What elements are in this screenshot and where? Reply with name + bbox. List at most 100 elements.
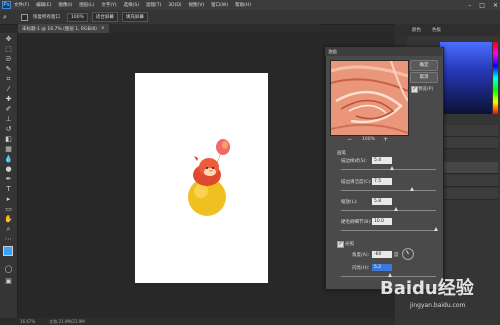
- preview-swirl-image: [331, 61, 408, 135]
- right-panel-tabs: [395, 24, 500, 36]
- restore-windows-label[interactable]: 恢复所有窗口: [30, 13, 63, 21]
- stamp-tool-icon[interactable]: ⊥: [4, 115, 13, 123]
- fit-screen-button[interactable]: 适合屏幕: [91, 12, 118, 22]
- maximize-button[interactable]: □: [479, 2, 485, 9]
- lighting-checkbox[interactable]: ✓: [337, 241, 344, 248]
- photoshop-logo: Ps: [2, 1, 11, 9]
- layer-row[interactable]: [440, 162, 498, 174]
- preview-zoom-level: 100%: [362, 137, 375, 142]
- scale-slider-thumb[interactable]: [394, 207, 399, 211]
- status-doc-info: 文档:21.9M/21.9M: [49, 318, 85, 324]
- stylization-slider-thumb[interactable]: [390, 166, 395, 170]
- layer-row[interactable]: [440, 175, 498, 187]
- quick-mask-icon[interactable]: ◯: [4, 265, 13, 273]
- layer-row[interactable]: [440, 188, 498, 200]
- type-tool-icon[interactable]: T: [4, 185, 13, 193]
- move-tool-icon[interactable]: ✥: [4, 35, 13, 43]
- history-brush-tool-icon[interactable]: ↺: [4, 125, 13, 133]
- bristle-detail-slider-thumb[interactable]: [434, 227, 438, 231]
- scale-input[interactable]: 5.8: [372, 198, 392, 205]
- zoom-tool-icon[interactable]: ⌕: [4, 225, 13, 233]
- cleanliness-slider-track[interactable]: [341, 190, 436, 191]
- tab-swatches[interactable]: 色板: [432, 27, 441, 33]
- eyedropper-tool-icon[interactable]: ⁄: [4, 85, 13, 93]
- screen-mode-icon[interactable]: ▣: [4, 277, 13, 285]
- menu-edit[interactable]: 编辑(E): [36, 2, 51, 8]
- cartoon-bird-illustration: [188, 139, 230, 216]
- bristle-detail-input[interactable]: 10.0: [372, 218, 392, 225]
- bristle-detail-slider-track[interactable]: [341, 230, 436, 231]
- scale-slider-track[interactable]: [341, 210, 436, 211]
- menu-file[interactable]: 文件(F): [14, 2, 29, 8]
- resize-windows-checkbox[interactable]: [21, 13, 28, 21]
- shape-tool-icon[interactable]: ▭: [4, 205, 13, 213]
- menu-type[interactable]: 文字(Y): [101, 2, 116, 8]
- menu-help[interactable]: 帮助(H): [235, 2, 251, 8]
- angle-label: 角度(A):: [352, 253, 370, 258]
- gradient-tool-icon[interactable]: ▦: [4, 145, 13, 153]
- foreground-color-swatch[interactable]: [3, 246, 13, 256]
- shine-input[interactable]: 5.2: [372, 264, 392, 271]
- document-canvas[interactable]: [135, 73, 268, 283]
- crop-tool-icon[interactable]: ⌗: [4, 75, 13, 83]
- panel-row: [440, 125, 498, 137]
- baidu-watermark: Baidu经验 jingyan.baidu.com: [360, 272, 500, 322]
- angle-dial[interactable]: [402, 248, 414, 260]
- cleanliness-label: 描边清洁度(C):: [341, 180, 372, 185]
- zoom-tool-icon[interactable]: ⌕: [3, 13, 15, 21]
- stylization-slider-track[interactable]: [341, 169, 436, 170]
- healing-tool-icon[interactable]: ✚: [4, 95, 13, 103]
- color-field[interactable]: [440, 42, 492, 114]
- dialog-title: 油画: [325, 47, 442, 56]
- zoom-out-icon[interactable]: −: [347, 136, 352, 143]
- lasso-tool-icon[interactable]: ᘐ: [4, 55, 13, 63]
- fill-screen-button[interactable]: 填充屏幕: [121, 12, 148, 22]
- close-button[interactable]: ✕: [493, 2, 498, 9]
- bristle-detail-label: 硬毛刷细节(B):: [341, 220, 372, 225]
- cleanliness-input[interactable]: 7.5: [372, 178, 392, 185]
- menu-3d[interactable]: 3D(D): [168, 3, 181, 8]
- menu-select[interactable]: 选择(S): [124, 2, 139, 8]
- document-tab-close-icon[interactable]: ×: [101, 26, 105, 31]
- zoom-in-icon[interactable]: +: [383, 136, 388, 143]
- panel-row: [440, 137, 498, 149]
- document-tab[interactable]: 未标题-1 @ 16.7% (图层 1, RGB/8) ×: [18, 24, 109, 33]
- blur-tool-icon[interactable]: 💧: [4, 155, 13, 163]
- dodge-tool-icon[interactable]: ●: [4, 165, 13, 173]
- menu-view[interactable]: 视图(V): [189, 2, 205, 8]
- options-bar: ⌕ 恢复所有窗口 100% 适合屏幕 填充屏幕: [0, 10, 500, 25]
- document-tab-title: 未标题-1 @ 16.7% (图层 1, RGB/8): [22, 26, 97, 32]
- hand-tool-icon[interactable]: ✋: [4, 215, 13, 223]
- cleanliness-slider-thumb[interactable]: [410, 187, 415, 191]
- zoom-value-field[interactable]: 100%: [67, 12, 88, 22]
- cancel-button[interactable]: 取消: [410, 72, 438, 83]
- scale-label: 缩放(L):: [341, 200, 358, 205]
- menu-window[interactable]: 窗口(W): [211, 2, 228, 8]
- tools-panel: ✥ ⬚ ᘐ ✎ ⌗ ⁄ ✚ ✐ ⊥ ↺ ◧ ▦ 💧 ● ✒ T ▸ ▭ ✋ ⌕ …: [0, 33, 18, 318]
- filter-preview[interactable]: [330, 60, 409, 136]
- ok-button[interactable]: 确定: [410, 60, 438, 71]
- preview-checkbox[interactable]: ✓: [411, 86, 418, 93]
- menu-filter[interactable]: 滤镜(T): [146, 2, 161, 8]
- path-select-tool-icon[interactable]: ▸: [4, 195, 13, 203]
- brush-tool-icon[interactable]: ✐: [4, 105, 13, 113]
- edit-toolbar-icon[interactable]: ⋯: [4, 235, 13, 243]
- stylization-input[interactable]: 5.4: [372, 157, 392, 164]
- minimize-button[interactable]: –: [468, 2, 471, 9]
- status-zoom[interactable]: 16.67%: [20, 319, 35, 324]
- watermark-text: Baidu经验: [380, 278, 474, 299]
- stylization-label: 描边样式(S):: [341, 159, 367, 164]
- marquee-tool-icon[interactable]: ⬚: [4, 45, 13, 53]
- brush-section-label: 画笔: [337, 151, 346, 156]
- hue-slider[interactable]: [493, 42, 498, 114]
- preview-label: 预览(P): [418, 87, 434, 92]
- menu-layer[interactable]: 图层(L): [79, 2, 94, 8]
- menu-image[interactable]: 图像(I): [58, 2, 72, 8]
- quick-select-tool-icon[interactable]: ✎: [4, 65, 13, 73]
- pen-tool-icon[interactable]: ✒: [4, 175, 13, 183]
- menu-bar: Ps 文件(F) 编辑(E) 图像(I) 图层(L) 文字(Y) 选择(S) 滤…: [0, 0, 500, 10]
- angle-input[interactable]: -60: [372, 251, 392, 258]
- eraser-tool-icon[interactable]: ◧: [4, 135, 13, 143]
- tab-color[interactable]: 颜色: [412, 27, 421, 33]
- lighting-section-label: 光照: [345, 242, 354, 247]
